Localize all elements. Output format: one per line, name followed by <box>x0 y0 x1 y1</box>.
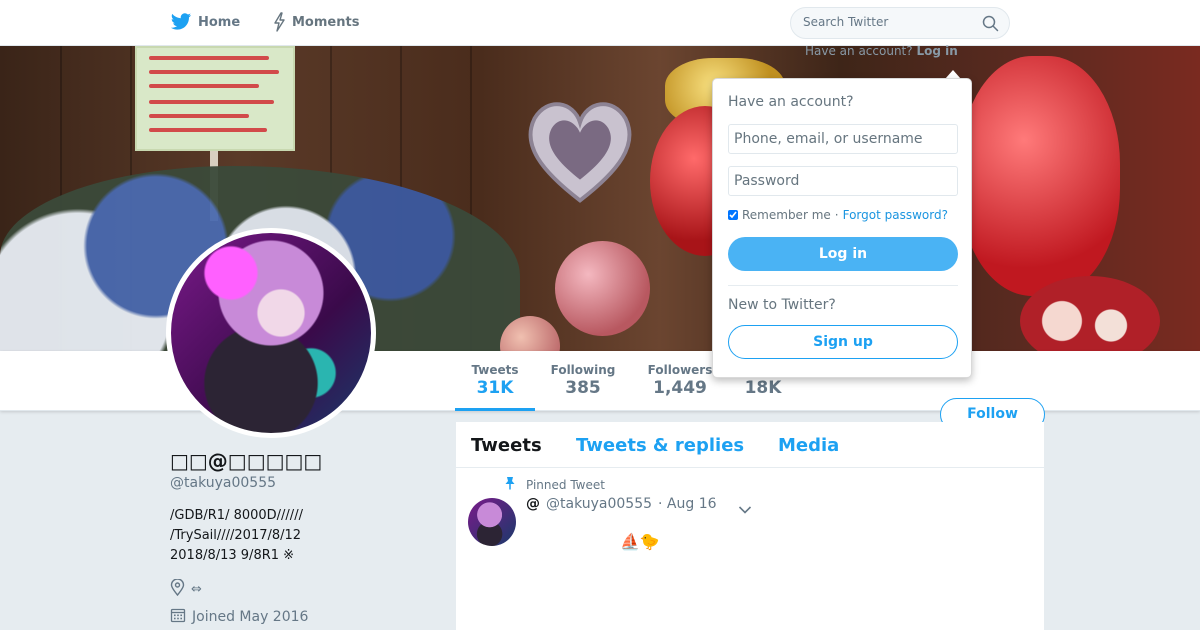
timeline-tabs: Tweets Tweets & replies Media <box>456 422 1044 468</box>
stat-value: 18K <box>744 378 782 398</box>
stat-label: Followers <box>647 363 713 377</box>
stat-tweets[interactable]: Tweets 31K <box>455 363 535 411</box>
location-pin-icon <box>170 578 185 600</box>
pin-icon <box>504 476 516 493</box>
tweet-body: ⛵🐤 <box>620 532 660 551</box>
pinned-label: Pinned Tweet <box>526 477 605 492</box>
search-box <box>790 7 1010 39</box>
username-field[interactable] <box>728 124 958 154</box>
remember-row: Remember me · Forgot password? <box>728 208 948 222</box>
tab-media[interactable]: Media <box>778 435 839 456</box>
tab-tweets[interactable]: Tweets <box>471 435 542 456</box>
stat-following[interactable]: Following 385 <box>545 363 621 398</box>
profile-avatar[interactable] <box>166 228 376 438</box>
tweet-author-name[interactable]: @ <box>526 496 540 512</box>
tweet-date[interactable]: · Aug 16 <box>658 496 717 512</box>
stat-label: Tweets <box>471 363 519 377</box>
forgot-password-link[interactable]: Forgot password? <box>843 208 948 222</box>
calendar-icon <box>170 607 186 627</box>
signup-button[interactable]: Sign up <box>728 325 958 359</box>
nav-moments-label: Moments <box>292 14 360 30</box>
location-text: ⇔ <box>191 582 202 597</box>
tweet-header: @ @takuya00555 · Aug 16 <box>526 496 717 512</box>
lightning-icon <box>272 12 286 32</box>
nav-home-label: Home <box>198 14 241 30</box>
new-to-twitter-label: New to Twitter? <box>728 297 836 313</box>
login-button[interactable]: Log in <box>728 237 958 271</box>
nav-moments[interactable]: Moments <box>272 12 359 32</box>
joined-text: Joined May 2016 <box>192 609 309 625</box>
profile-location: ⇔ <box>170 578 202 600</box>
tweet-author-handle[interactable]: @takuya00555 <box>546 496 652 512</box>
login-toggle-prefix: Have an account? <box>805 44 913 58</box>
divider <box>728 285 958 286</box>
profile-bio: /GDB/R1/ 8000D////// /TrySail////2017/8/… <box>170 508 303 563</box>
stat-value: 31K <box>476 378 514 398</box>
stat-value: 385 <box>565 378 601 398</box>
stat-followers[interactable]: Followers 1,449 <box>642 363 718 398</box>
profile-handle[interactable]: @takuya00555 <box>170 475 276 491</box>
login-toggle-link[interactable]: Log in <box>916 44 957 58</box>
remember-checkbox[interactable] <box>728 210 738 220</box>
separator: · <box>834 208 839 222</box>
pinned-indicator: Pinned Tweet <box>504 476 605 493</box>
twitter-bird-icon <box>170 12 192 32</box>
banner-sign <box>135 46 295 151</box>
heart-balloon <box>528 102 632 203</box>
login-toggle[interactable]: Have an account? Log in <box>805 44 958 58</box>
remember-label[interactable]: Remember me <box>742 208 831 222</box>
stat-value: 1,449 <box>653 378 707 398</box>
timeline: Tweets Tweets & replies Media Pinned Twe… <box>456 422 1044 630</box>
stat-label: Following <box>550 363 616 377</box>
dropdown-title: Have an account? <box>728 94 854 110</box>
password-field[interactable] <box>728 166 958 196</box>
search-input[interactable] <box>803 15 973 29</box>
tweet-avatar[interactable] <box>468 498 516 546</box>
search-icon[interactable] <box>982 15 999 36</box>
tab-tweets-replies[interactable]: Tweets & replies <box>576 435 744 456</box>
chevron-down-icon[interactable] <box>738 500 752 519</box>
top-nav: Home Moments <box>0 0 1200 46</box>
profile-name[interactable]: □□@□□□□□ <box>170 449 322 473</box>
profile-joined: Joined May 2016 <box>170 607 308 627</box>
login-dropdown: Have an account? Remember me · Forgot pa… <box>712 78 972 378</box>
nav-home[interactable]: Home <box>170 12 240 32</box>
